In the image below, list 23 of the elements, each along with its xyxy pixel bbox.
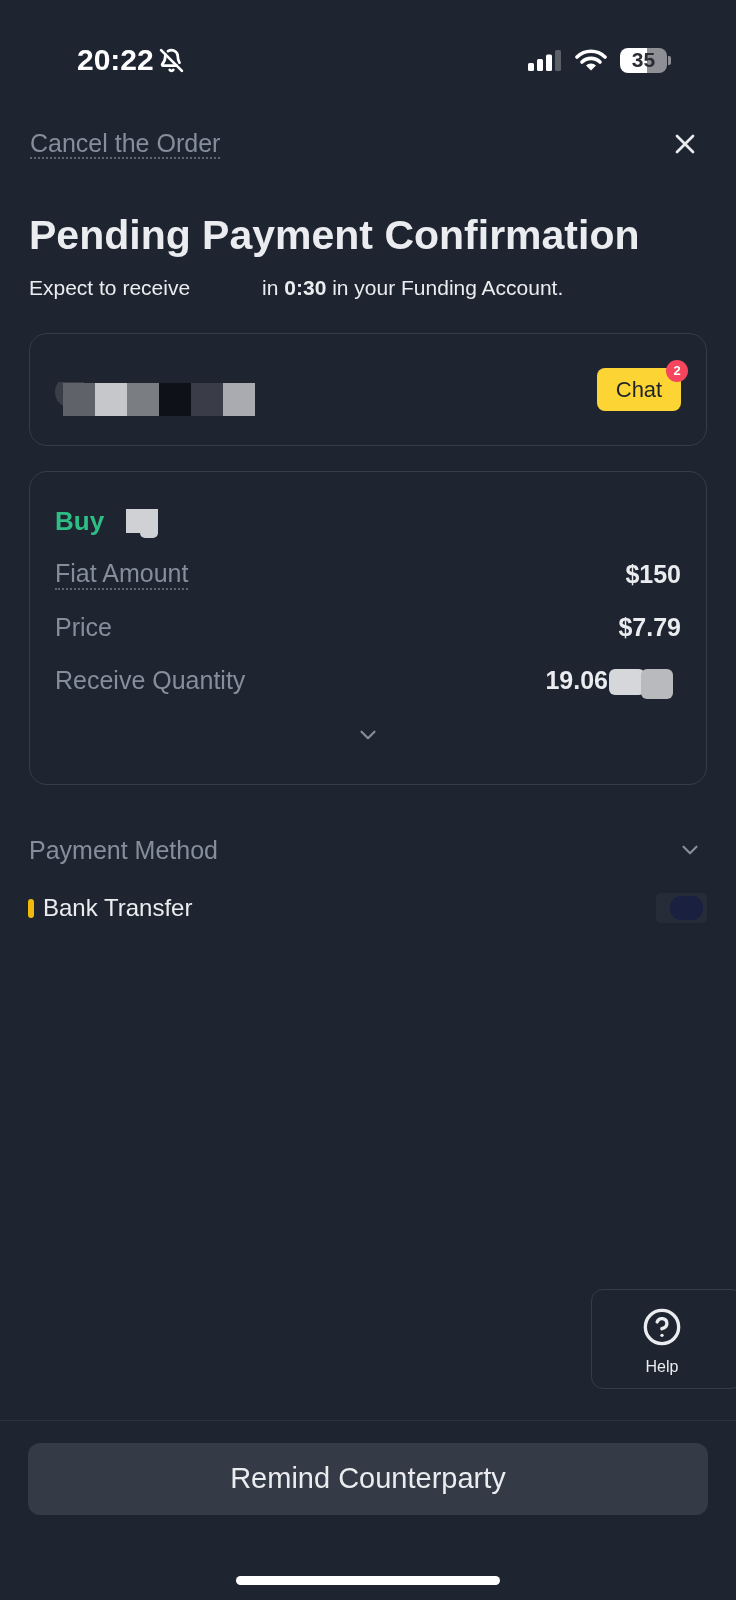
redaction-patch: [126, 509, 159, 538]
payment-method-heading: Payment Method: [29, 835, 218, 865]
detail-label: Price: [55, 611, 112, 642]
subtitle-text: Expect to receive in 0:30 in your Funding Account.: [29, 275, 564, 301]
order-side-label: Buy: [55, 505, 105, 536]
page-title: Pending Payment Confirmation: [29, 212, 640, 258]
redaction-patch: [609, 668, 673, 699]
help-button[interactable]: Help: [591, 1289, 736, 1389]
help-icon: [642, 1307, 682, 1347]
detail-value: $150: [625, 558, 681, 589]
remind-counterparty-button[interactable]: Remind Counterparty: [28, 1443, 708, 1515]
wifi-icon: [575, 49, 607, 71]
detail-label[interactable]: Fiat Amount: [55, 557, 189, 590]
unread-count-badge: 2: [666, 360, 688, 382]
cancel-order-link[interactable]: Cancel the Order: [30, 129, 221, 159]
payment-method-name: Bank Transfer: [43, 893, 193, 923]
detail-label: Receive Quantity: [55, 664, 246, 695]
signal-icon: [528, 49, 562, 71]
bell-off-icon: [158, 47, 184, 73]
detail-value: 19.06: [545, 664, 608, 695]
battery-percentage: 35: [620, 47, 667, 73]
status-time: 20:22: [77, 44, 154, 76]
detail-value: $7.79: [618, 611, 681, 642]
